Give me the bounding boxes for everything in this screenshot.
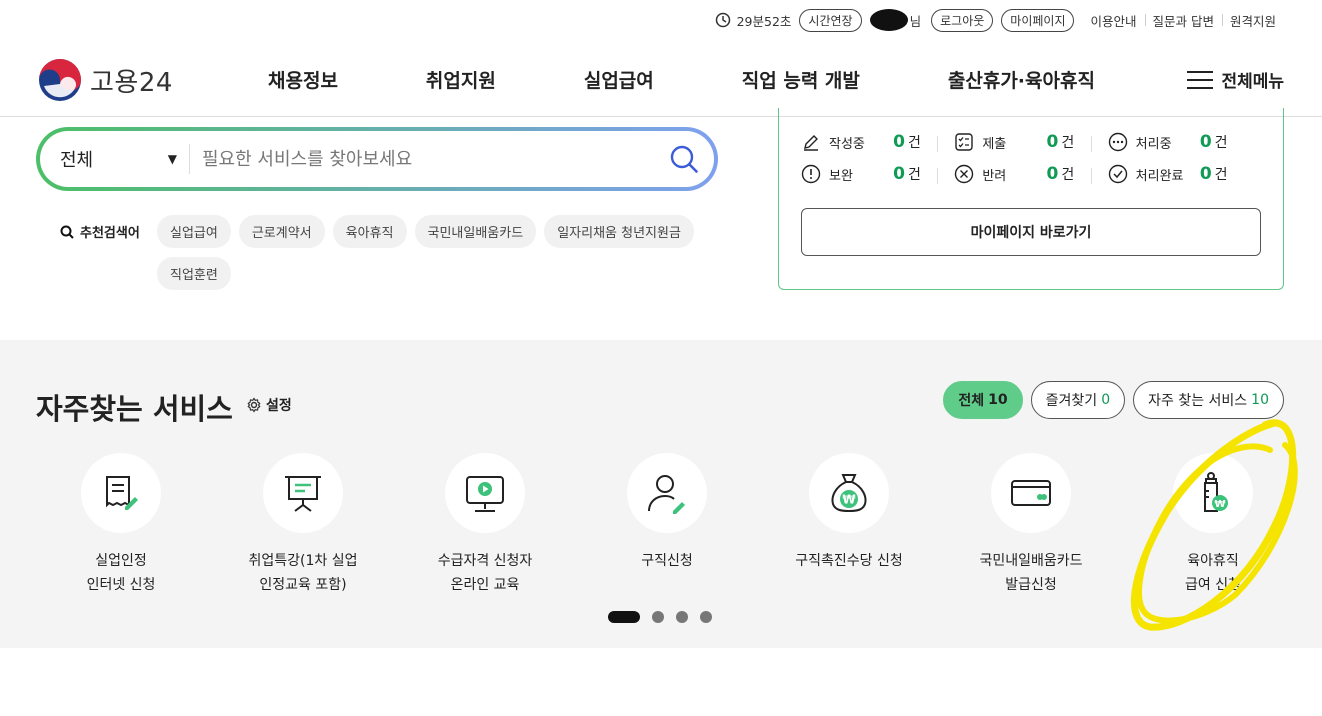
user-suffix: 님 [909,13,922,29]
checklist-icon [955,133,974,151]
service-item[interactable]: ₩ 육아휴직 급여 신청 [1122,453,1304,597]
carousel-pagination [608,611,712,623]
main-nav: 채용정보 취업지원 실업급여 직업 능력 개발 출산휴가·육아휴직 [268,66,1095,93]
remote-support-link[interactable]: 원격지원 [1221,11,1284,30]
recommended-chip[interactable]: 근로계약서 [238,215,325,248]
frequent-services-section: 자주찾는 서비스 설정 전체 10 즐겨찾기 0 자주 찾는 서비스 10 실업인정 … [0,340,1322,648]
gear-icon [247,397,261,413]
redacted-name [869,9,908,31]
presentation-board-icon [285,476,321,512]
user-name: 님 [869,9,922,31]
card-icon [1011,480,1051,506]
status-writing[interactable]: 작성중 0 건 [801,132,954,152]
taegeuk-logo-icon [39,59,81,101]
clock-icon [715,12,730,28]
status-processing[interactable]: 처리중 0 건 [1108,132,1261,152]
recommended-label: 추천검색어 [60,222,140,241]
service-item[interactable]: 실업인정 인터넷 신청 [30,453,212,597]
utility-bar: 29분52초 시간연장 님 로그아웃 마이페이지 이용안내 질문과 답변 원격지… [715,7,1284,33]
qna-link[interactable]: 질문과 답변 [1144,11,1222,30]
all-menu-label: 전체메뉴 [1221,72,1284,92]
page-dot-3[interactable] [676,611,688,623]
status-submitted[interactable]: 제출 0 건 [954,132,1107,152]
service-item[interactable]: ₩ 구직촉진수당 신청 [758,453,940,597]
baby-bottle-icon: ₩ [1204,472,1228,512]
hamburger-icon [1187,70,1214,89]
recommended-chip[interactable]: 국민내일배움카드 [414,215,537,248]
session-timer: 29분52초 [715,11,792,30]
search-button[interactable] [654,144,714,174]
service-list: 실업인정 인터넷 신청 취업특강(1차 실업 인정교육 포함) 수급자격 신청자… [30,453,1304,597]
status-completed[interactable]: 처리완료 0 건 [1108,164,1261,184]
mypage-link[interactable]: 마이페이지 [1001,8,1075,32]
service-item[interactable]: 수급자격 신청자 온라인 교육 [394,453,576,597]
service-item[interactable]: 구직신청 [576,453,758,597]
service-item[interactable]: 국민내일배움카드 발급신청 [940,453,1122,597]
check-circle-icon [1108,164,1127,184]
recommended-chip[interactable]: 실업급여 [157,215,231,248]
section-title: 자주찾는 서비스 [36,392,233,426]
mypage-shortcut-button[interactable]: 마이페이지 바로가기 [801,208,1261,256]
site-logo[interactable]: 고용24 [38,58,173,102]
svg-text:₩: ₩ [1214,499,1225,510]
status-supplement[interactable]: 보완 0 건 [801,164,954,184]
all-menu-button[interactable]: 전체메뉴 [1187,67,1284,92]
guide-link[interactable]: 이용안내 [1082,11,1144,30]
x-circle-icon [955,164,974,184]
search-category-select[interactable]: 전체 ▼ [40,144,190,174]
application-status-card: 작성중 0 건 제출 0 건 처리중 0 건 보완 0 건 반려 0 건 처리완… [778,108,1284,290]
settings-button[interactable]: 설정 [246,395,292,415]
search-box: 전체 ▼ [36,127,718,191]
logout-button[interactable]: 로그아웃 [931,8,994,32]
search-input[interactable] [190,148,654,170]
person-edit-icon [648,475,685,514]
more-circle-icon [1108,132,1127,152]
tab-favorites[interactable]: 즐겨찾기 0 [1030,381,1126,419]
search-icon [670,145,698,173]
logo-text: 고용24 [90,67,173,98]
page-dot-4[interactable] [700,611,712,623]
site-header: 고용24 채용정보 취업지원 실업급여 직업 능력 개발 출산휴가·육아휴직 전… [0,40,1322,117]
search-category-value: 전체 [60,150,94,171]
timer-text: 29분52초 [736,13,792,29]
monitor-play-icon [466,476,504,512]
recommended-chip[interactable]: 직업훈련 [157,257,231,290]
caret-down-icon: ▼ [167,152,177,166]
pencil-icon [804,135,818,151]
status-rejected[interactable]: 반려 0 건 [954,164,1107,184]
nav-parental-leave[interactable]: 출산휴가·육아휴직 [948,66,1095,93]
search-icon [60,225,74,239]
nav-jobs[interactable]: 채용정보 [268,66,338,93]
recommended-chip[interactable]: 육아휴직 [332,215,407,248]
page-dot-2[interactable] [652,611,664,623]
svg-text:₩: ₩ [842,493,856,507]
nav-skills-development[interactable]: 직업 능력 개발 [742,66,860,93]
exclamation-circle-icon [801,164,821,184]
service-filter-tabs: 전체 10 즐겨찾기 0 자주 찾는 서비스 10 [943,381,1284,419]
service-item[interactable]: 취업특강(1차 실업 인정교육 포함) [212,453,394,597]
nav-unemployment-benefit[interactable]: 실업급여 [584,66,654,93]
tab-all[interactable]: 전체 10 [943,381,1023,419]
recommended-chips: 실업급여 근로계약서 육아휴직 국민내일배움카드 일자리채움 청년지원금 직업훈… [157,215,717,290]
extend-time-button[interactable]: 시간연장 [799,8,862,32]
tab-frequent[interactable]: 자주 찾는 서비스 10 [1133,381,1284,419]
nav-employment-support[interactable]: 취업지원 [426,66,496,93]
document-edit-icon [106,476,138,510]
money-bag-icon: ₩ [831,474,867,513]
recommended-chip[interactable]: 일자리채움 청년지원금 [544,215,694,248]
page-dot-1[interactable] [608,611,640,623]
